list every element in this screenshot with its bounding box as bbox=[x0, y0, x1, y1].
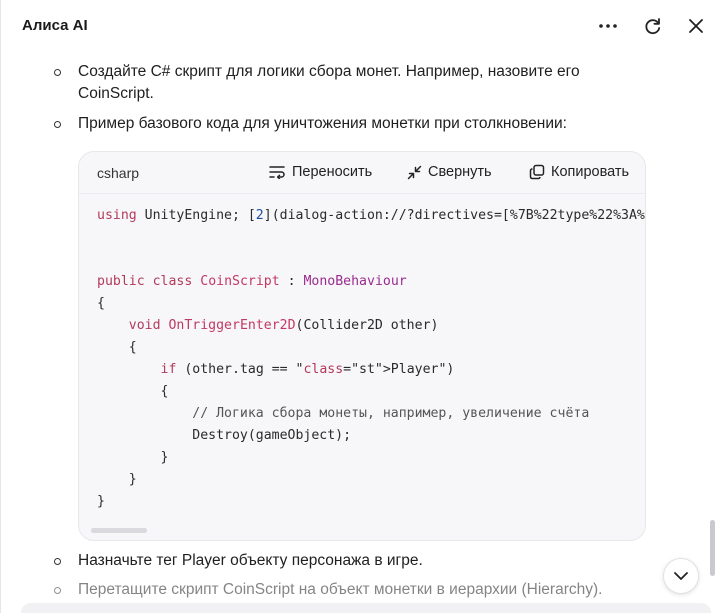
list-item-text: Назначьте тег Player объекту персонажа в… bbox=[78, 552, 423, 569]
code-line: if (other.tag == "class="st">Player") bbox=[160, 362, 455, 377]
collapse-button-label: Свернуть bbox=[428, 164, 492, 180]
bullet-marker bbox=[54, 121, 61, 128]
bullet-marker bbox=[54, 558, 61, 565]
list-item-text: Создайте C# скрипт для логики сбора моне… bbox=[78, 63, 580, 80]
copy-icon bbox=[529, 164, 545, 180]
new-chat-button[interactable] bbox=[640, 13, 666, 39]
code-block-header: csharp Переносить Свернуть Копировать bbox=[79, 152, 645, 194]
code-block: csharp Переносить Свернуть Копировать us… bbox=[78, 151, 646, 541]
code-line: } bbox=[97, 450, 169, 465]
code-line: Destroy(gameObject); bbox=[97, 428, 352, 443]
chevron-down-icon bbox=[674, 572, 688, 580]
bullet-marker bbox=[54, 587, 61, 594]
vertical-scrollbar[interactable] bbox=[710, 520, 715, 576]
wrap-button-label: Переносить bbox=[292, 164, 373, 180]
scroll-down-button[interactable] bbox=[663, 558, 699, 594]
more-horizontal-icon bbox=[599, 24, 617, 28]
list-item-text: Пример базового кода для уничтожения мон… bbox=[78, 115, 567, 132]
code-line: { bbox=[97, 296, 105, 311]
close-icon bbox=[689, 19, 703, 33]
code-line: } bbox=[97, 472, 137, 487]
close-button[interactable] bbox=[683, 13, 709, 39]
code-line: using UnityEngine; [2](dialog-action://?… bbox=[97, 208, 646, 223]
collapse-icon bbox=[407, 165, 422, 179]
code-line: public class CoinScript : MonoBehaviour bbox=[97, 274, 407, 289]
wrap-button[interactable]: Переносить bbox=[269, 164, 372, 180]
list-item-text: CoinScript. bbox=[78, 85, 154, 102]
refresh-icon bbox=[645, 18, 661, 35]
header: Алиса AI bbox=[1, 0, 718, 52]
input-bar[interactable] bbox=[21, 603, 711, 613]
copy-button-label: Копировать bbox=[551, 164, 630, 180]
collapse-button[interactable]: Свернуть bbox=[407, 164, 492, 180]
code-line: } bbox=[97, 494, 105, 509]
copy-button[interactable]: Копировать bbox=[529, 164, 629, 180]
code-line: // Логика сбора монеты, например, увелич… bbox=[192, 406, 590, 421]
list-item-text: Перетащите скрипт CoinScript на объект м… bbox=[78, 581, 603, 598]
code-line: { bbox=[97, 384, 169, 399]
more-options-button[interactable] bbox=[595, 13, 621, 39]
app-title: Алиса AI bbox=[22, 17, 88, 34]
bullet-marker bbox=[54, 69, 61, 76]
code-language: csharp bbox=[97, 165, 140, 181]
horizontal-scrollbar[interactable] bbox=[91, 528, 147, 533]
code-line: { bbox=[97, 340, 137, 355]
code-line: void OnTriggerEnter2D(Collider2D other) bbox=[128, 318, 439, 333]
wrap-text-icon bbox=[269, 166, 285, 179]
chat-window: Алиса AI Создайте C# скрипт для логики с… bbox=[0, 0, 718, 613]
